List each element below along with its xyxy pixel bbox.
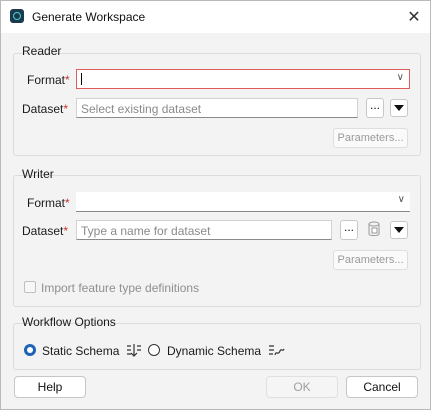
app-icon xyxy=(10,9,24,23)
static-schema-icon xyxy=(125,341,143,359)
text-caret xyxy=(81,73,82,85)
title-bar: Generate Workspace ✕ xyxy=(1,1,430,33)
writer-options-dropdown[interactable] xyxy=(390,221,408,239)
dynamic-schema-icon xyxy=(267,341,285,359)
writer-browse-button[interactable]: ... xyxy=(340,220,358,240)
import-feature-types-label: Import feature type definitions xyxy=(41,281,200,295)
static-schema-radio[interactable] xyxy=(24,344,36,356)
chevron-down-icon[interactable]: ∨ xyxy=(397,72,404,83)
required-asterisk: * xyxy=(65,73,70,87)
triangle-down-icon xyxy=(394,227,404,233)
reader-parameters-button[interactable]: Parameters... xyxy=(333,128,408,148)
help-button[interactable]: Help xyxy=(14,376,86,398)
dynamic-schema-radio[interactable] xyxy=(148,344,160,356)
reader-options-dropdown[interactable] xyxy=(390,99,408,117)
cancel-button[interactable]: Cancel xyxy=(346,376,418,398)
writer-dataset-input[interactable]: Type a name for dataset xyxy=(76,220,332,240)
workflow-options-label: Workflow Options xyxy=(22,315,116,329)
reader-format-dropdown[interactable]: ∨ xyxy=(76,69,410,89)
reader-dataset-label: Dataset* xyxy=(22,102,69,116)
static-schema-label: Static Schema xyxy=(42,344,120,358)
window-title: Generate Workspace xyxy=(32,10,146,24)
reader-format-label: Format* xyxy=(27,73,70,87)
chevron-down-icon[interactable]: ∨ xyxy=(398,194,405,205)
dynamic-schema-label: Dynamic Schema xyxy=(167,344,262,358)
writer-parameters-button[interactable]: Parameters... xyxy=(333,250,408,270)
reader-dataset-input[interactable]: Select existing dataset xyxy=(76,98,358,118)
close-icon[interactable]: ✕ xyxy=(399,3,429,31)
reader-browse-button[interactable]: ... xyxy=(366,98,384,118)
reader-group-label: Reader xyxy=(22,44,62,58)
import-feature-types-checkbox[interactable] xyxy=(24,281,36,293)
writer-group-label: Writer xyxy=(22,167,54,181)
writer-dataset-label: Dataset* xyxy=(22,224,69,238)
triangle-down-icon xyxy=(394,105,404,111)
generate-workspace-dialog: Generate Workspace ✕ Reader Format* ∨ Da… xyxy=(0,0,431,410)
ok-button[interactable]: OK xyxy=(266,376,338,398)
writer-format-dropdown[interactable]: ∨ xyxy=(76,192,410,212)
writer-format-label: Format* xyxy=(27,196,70,210)
database-icon[interactable] xyxy=(366,219,382,239)
